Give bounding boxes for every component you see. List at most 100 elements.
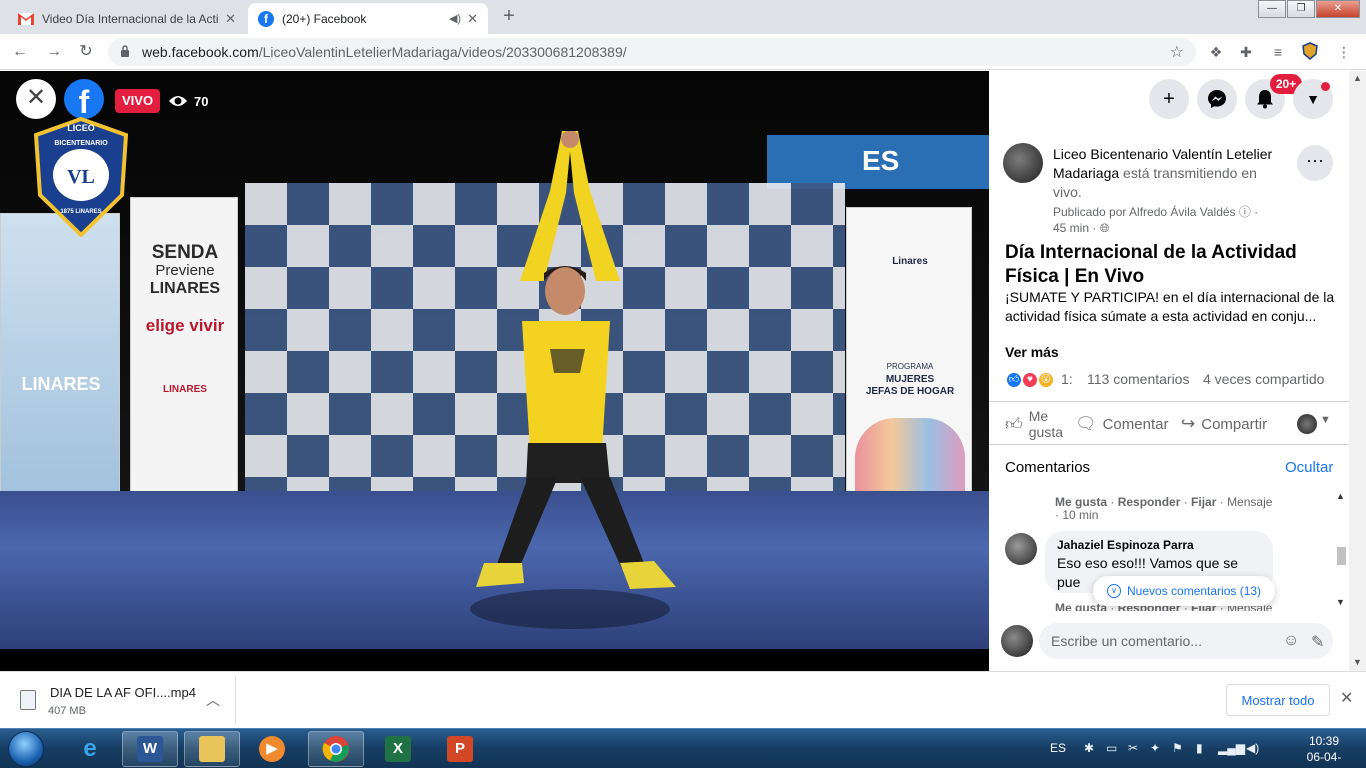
back-button[interactable]: ← (8, 41, 32, 63)
comment-button[interactable]: 🗨︎ Comentar (1075, 414, 1168, 434)
reactions-summary: 👍︎ ♥ 😮︎ 1: 113 comentarios 4 veces compa… (1005, 369, 1345, 391)
emoji-icon[interactable]: ☺ (1283, 632, 1299, 650)
new-tab-button[interactable]: + (496, 6, 522, 28)
download-item[interactable]: DIA DE LA AF OFI....mp4 407 MB ︿ (10, 676, 236, 724)
current-user-avatar[interactable] (1001, 625, 1033, 657)
chevron-down-circle-icon: ∨ (1107, 584, 1121, 598)
language-indicator[interactable]: ES (1050, 741, 1066, 755)
profile-avatar-icon[interactable] (1300, 42, 1320, 62)
close-download-bar-icon[interactable]: ✕ (1340, 688, 1353, 708)
flag-icon[interactable]: ⚑ (1172, 741, 1183, 755)
mujeres-linares-text: Linares (892, 256, 928, 267)
tab-gmail-video[interactable]: Video Día Internacional de la Acti ✕ (8, 3, 246, 34)
tab-facebook[interactable]: f (20+) Facebook ◀) ✕ (248, 3, 488, 34)
word-icon: W (137, 736, 163, 762)
commenter-name[interactable]: Jahaziel Espinoza Parra (1057, 538, 1261, 552)
browser-tab-strip: Video Día Internacional de la Acti ✕ f (… (0, 0, 1366, 34)
like-button[interactable]: 👍︎ Me gusta (1005, 408, 1069, 440)
scroll-thumb[interactable] (1337, 547, 1346, 565)
minimize-button[interactable]: — (1258, 0, 1286, 18)
info-icon[interactable]: ⓘ (1239, 205, 1251, 219)
comment-like-link[interactable]: Me gusta (1055, 495, 1107, 509)
published-by-text[interactable]: Publicado por Alfredo Ávila Valdés (1053, 205, 1236, 219)
messenger-button[interactable] (1197, 79, 1237, 119)
taskbar-word[interactable]: W (122, 731, 178, 767)
identity-dropdown-icon[interactable]: ▼ (1320, 414, 1331, 426)
comments-list: Me gusta · Responder · Fijar · Mensaje ·… (1005, 491, 1341, 611)
thumbs-up-icon: 👍︎ (1005, 414, 1023, 434)
close-video-button[interactable]: ✕ (16, 79, 56, 119)
reaction-identity-avatar[interactable] (1297, 414, 1317, 434)
reload-button[interactable]: ↻ (74, 41, 98, 63)
bookmark-star-icon[interactable]: ☆ (1170, 42, 1184, 62)
device-icon[interactable]: ▭ (1106, 741, 1117, 755)
tools-icon[interactable]: ✂ (1128, 741, 1138, 755)
share-arrow-icon: ↪ (1181, 414, 1196, 433)
lock-icon (121, 45, 129, 57)
create-plus-button[interactable]: + (1149, 79, 1189, 119)
comment-message-link[interactable]: Mensaje (1227, 495, 1272, 509)
reaction-count[interactable]: 1: (1061, 371, 1073, 387)
tab-title: Video Día Internacional de la Acti (42, 11, 219, 26)
comments-count[interactable]: 113 comentarios (1087, 371, 1189, 387)
header-icons: + 20+ ▼ (989, 71, 1366, 129)
video-bottom-bar (0, 649, 989, 671)
taskbar-powerpoint[interactable]: P (432, 731, 488, 767)
taskbar-explorer[interactable] (184, 731, 240, 767)
scroll-down-arrow-icon[interactable]: ▼ (1336, 597, 1345, 607)
new-comments-button[interactable]: ∨ Nuevos comentarios (13) (1093, 576, 1276, 606)
comments-scrollbar[interactable]: ▲ ▼ (1334, 489, 1348, 611)
globe-icon: 🌐︎ (1099, 221, 1110, 235)
speaker-icon[interactable]: ◀) (449, 12, 461, 25)
shares-count[interactable]: 4 veces compartido (1203, 371, 1324, 387)
extensions-puzzle-icon[interactable]: ✚ (1236, 42, 1256, 62)
crest-bicentenario-text: BICENTENARIO (54, 140, 108, 147)
taskbar-media-player[interactable]: ▶ (244, 731, 300, 767)
bluetooth-icon[interactable]: ✱ (1084, 741, 1094, 755)
comment-pin-link[interactable]: Fijar (1191, 495, 1216, 509)
viewer-count-number: 70 (194, 93, 209, 109)
facebook-logo-icon[interactable]: f (64, 79, 104, 120)
chevron-up-icon[interactable]: ︿ (206, 690, 220, 710)
close-window-button[interactable]: ✕ (1316, 0, 1360, 18)
video-player[interactable]: ES LINARES SENDA Previene LINARES elige … (0, 71, 989, 671)
taskbar-chrome[interactable] (308, 731, 364, 767)
hide-comments-link[interactable]: Ocultar (1285, 459, 1333, 476)
update-icon[interactable]: ✦ (1150, 741, 1160, 755)
browser-menu-icon[interactable]: ⋮ (1334, 42, 1354, 62)
panel-scroll-up-icon[interactable]: ▲ (1353, 73, 1362, 83)
media-control-icon[interactable]: ≡ (1268, 42, 1288, 62)
page-avatar[interactable] (1003, 143, 1043, 183)
share-button[interactable]: ↪ Compartir (1181, 414, 1267, 434)
linares-banner: LINARES (0, 213, 120, 513)
post-options-button[interactable]: ··· (1297, 145, 1333, 181)
commenter-avatar[interactable] (1005, 533, 1037, 565)
show-all-downloads-button[interactable]: Mostrar todo (1226, 684, 1330, 716)
maximize-button[interactable]: ❐ (1287, 0, 1315, 18)
tab-close-icon[interactable]: ✕ (225, 11, 236, 27)
taskbar-ie[interactable]: e (62, 731, 118, 767)
download-file-name: DIA DE LA AF OFI....mp4 (50, 685, 196, 700)
forward-button[interactable]: → (42, 41, 66, 63)
volume-icon[interactable]: ◀) (1246, 741, 1259, 755)
taskbar-excel[interactable]: X (370, 731, 426, 767)
panel-scrollbar[interactable]: ▲ ▼ (1349, 71, 1366, 671)
tab-close-icon[interactable]: ✕ (467, 11, 478, 27)
sticker-icon[interactable]: ✎ (1311, 632, 1324, 652)
comment-time[interactable]: 10 min (1062, 508, 1098, 522)
battery-icon[interactable]: ▮ (1196, 741, 1203, 755)
post-author-line: Liceo Bicentenario Valentín Letelier Mad… (1053, 145, 1285, 202)
post-time[interactable]: 45 min (1053, 221, 1089, 235)
clock[interactable]: 10:39 06-04-2021 (1294, 733, 1354, 768)
wow-reaction-icon[interactable]: 😮︎ (1037, 371, 1055, 389)
panel-scroll-down-icon[interactable]: ▼ (1353, 657, 1362, 667)
comment-reply-link[interactable]: Responder (1118, 495, 1181, 509)
like-label: Me gusta (1028, 408, 1064, 440)
dropbox-extension-icon[interactable]: ❖ (1206, 42, 1226, 62)
programa-text: PROGRAMA (886, 362, 934, 371)
start-button[interactable] (4, 729, 48, 768)
address-bar[interactable]: web.facebook.com/LiceoValentinLetelierMa… (108, 38, 1196, 66)
see-more-link[interactable]: Ver más (1005, 344, 1059, 360)
network-icon[interactable]: ▂▄▆ (1218, 741, 1245, 755)
scroll-up-arrow-icon[interactable]: ▲ (1336, 491, 1345, 501)
